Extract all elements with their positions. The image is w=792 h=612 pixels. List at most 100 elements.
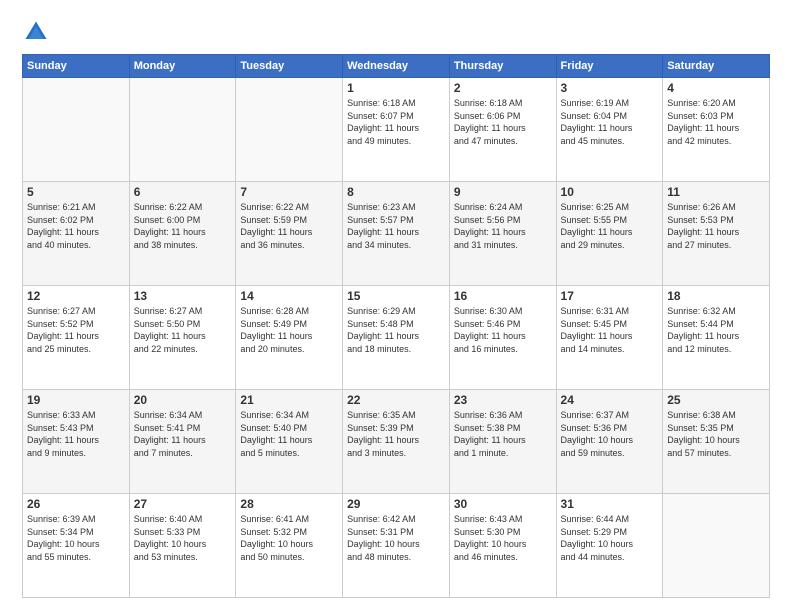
- day-info: Sunrise: 6:35 AM Sunset: 5:39 PM Dayligh…: [347, 409, 445, 459]
- day-number: 25: [667, 393, 765, 407]
- day-info: Sunrise: 6:23 AM Sunset: 5:57 PM Dayligh…: [347, 201, 445, 251]
- day-info: Sunrise: 6:22 AM Sunset: 5:59 PM Dayligh…: [240, 201, 338, 251]
- day-info: Sunrise: 6:41 AM Sunset: 5:32 PM Dayligh…: [240, 513, 338, 563]
- calendar-table: SundayMondayTuesdayWednesdayThursdayFrid…: [22, 54, 770, 598]
- calendar-cell: 25 Sunrise: 6:38 AM Sunset: 5:35 PM Dayli…: [663, 390, 770, 494]
- day-number: 2: [454, 81, 552, 95]
- day-number: 28: [240, 497, 338, 511]
- calendar-cell: 22 Sunrise: 6:35 AM Sunset: 5:39 PM Dayli…: [343, 390, 450, 494]
- week-row-3: 12 Sunrise: 6:27 AM Sunset: 5:52 PM Dayli…: [23, 286, 770, 390]
- calendar-cell: 30 Sunrise: 6:43 AM Sunset: 5:30 PM Dayli…: [449, 494, 556, 598]
- day-info: Sunrise: 6:42 AM Sunset: 5:31 PM Dayligh…: [347, 513, 445, 563]
- calendar-cell: 31 Sunrise: 6:44 AM Sunset: 5:29 PM Dayli…: [556, 494, 663, 598]
- day-info: Sunrise: 6:18 AM Sunset: 6:06 PM Dayligh…: [454, 97, 552, 147]
- header: [22, 18, 770, 46]
- day-info: Sunrise: 6:29 AM Sunset: 5:48 PM Dayligh…: [347, 305, 445, 355]
- calendar-cell: 2 Sunrise: 6:18 AM Sunset: 6:06 PM Daylig…: [449, 78, 556, 182]
- calendar-cell: 29 Sunrise: 6:42 AM Sunset: 5:31 PM Dayli…: [343, 494, 450, 598]
- day-info: Sunrise: 6:30 AM Sunset: 5:46 PM Dayligh…: [454, 305, 552, 355]
- day-info: Sunrise: 6:21 AM Sunset: 6:02 PM Dayligh…: [27, 201, 125, 251]
- calendar-cell: 8 Sunrise: 6:23 AM Sunset: 5:57 PM Daylig…: [343, 182, 450, 286]
- day-info: Sunrise: 6:25 AM Sunset: 5:55 PM Dayligh…: [561, 201, 659, 251]
- day-info: Sunrise: 6:34 AM Sunset: 5:40 PM Dayligh…: [240, 409, 338, 459]
- calendar-cell: [129, 78, 236, 182]
- day-info: Sunrise: 6:40 AM Sunset: 5:33 PM Dayligh…: [134, 513, 232, 563]
- calendar-cell: 13Sunrise: 6:27 AM Sunset: 5:50 PM Dayli…: [129, 286, 236, 390]
- day-info: Sunrise: 6:22 AM Sunset: 6:00 PM Dayligh…: [134, 201, 232, 251]
- day-info: Sunrise: 6:38 AM Sunset: 5:35 PM Dayligh…: [667, 409, 765, 459]
- day-info: Sunrise: 6:27 AM Sunset: 5:50 PM Dayligh…: [134, 305, 232, 355]
- day-number: 22: [347, 393, 445, 407]
- calendar-cell: [23, 78, 130, 182]
- day-number: 24: [561, 393, 659, 407]
- weekday-header-wednesday: Wednesday: [343, 55, 450, 78]
- page: SundayMondayTuesdayWednesdayThursdayFrid…: [0, 0, 792, 612]
- calendar-cell: 10Sunrise: 6:25 AM Sunset: 5:55 PM Dayli…: [556, 182, 663, 286]
- calendar-cell: 3 Sunrise: 6:19 AM Sunset: 6:04 PM Daylig…: [556, 78, 663, 182]
- calendar-cell: 21Sunrise: 6:34 AM Sunset: 5:40 PM Dayli…: [236, 390, 343, 494]
- day-info: Sunrise: 6:34 AM Sunset: 5:41 PM Dayligh…: [134, 409, 232, 459]
- day-info: Sunrise: 6:27 AM Sunset: 5:52 PM Dayligh…: [27, 305, 125, 355]
- day-info: Sunrise: 6:26 AM Sunset: 5:53 PM Dayligh…: [667, 201, 765, 251]
- calendar-cell: 4 Sunrise: 6:20 AM Sunset: 6:03 PM Daylig…: [663, 78, 770, 182]
- day-info: Sunrise: 6:32 AM Sunset: 5:44 PM Dayligh…: [667, 305, 765, 355]
- calendar-cell: 16 Sunrise: 6:30 AM Sunset: 5:46 PM Dayli…: [449, 286, 556, 390]
- day-number: 20: [134, 393, 232, 407]
- calendar-cell: 11Sunrise: 6:26 AM Sunset: 5:53 PM Dayli…: [663, 182, 770, 286]
- day-info: Sunrise: 6:18 AM Sunset: 6:07 PM Dayligh…: [347, 97, 445, 147]
- calendar-cell: 27 Sunrise: 6:40 AM Sunset: 5:33 PM Dayli…: [129, 494, 236, 598]
- week-row-1: 1 Sunrise: 6:18 AM Sunset: 6:07 PM Daylig…: [23, 78, 770, 182]
- weekday-header-sunday: Sunday: [23, 55, 130, 78]
- day-info: Sunrise: 6:43 AM Sunset: 5:30 PM Dayligh…: [454, 513, 552, 563]
- day-number: 26: [27, 497, 125, 511]
- day-info: Sunrise: 6:28 AM Sunset: 5:49 PM Dayligh…: [240, 305, 338, 355]
- calendar-cell: 12 Sunrise: 6:27 AM Sunset: 5:52 PM Dayli…: [23, 286, 130, 390]
- calendar-cell: 14 Sunrise: 6:28 AM Sunset: 5:49 PM Dayli…: [236, 286, 343, 390]
- day-number: 31: [561, 497, 659, 511]
- calendar-cell: 9 Sunrise: 6:24 AM Sunset: 5:56 PM Daylig…: [449, 182, 556, 286]
- day-number: 8: [347, 185, 445, 199]
- day-info: Sunrise: 6:19 AM Sunset: 6:04 PM Dayligh…: [561, 97, 659, 147]
- calendar-cell: [236, 78, 343, 182]
- calendar-cell: 5 Sunrise: 6:21 AM Sunset: 6:02 PM Daylig…: [23, 182, 130, 286]
- day-number: 17: [561, 289, 659, 303]
- calendar-cell: 26 Sunrise: 6:39 AM Sunset: 5:34 PM Dayli…: [23, 494, 130, 598]
- day-number: 6: [134, 185, 232, 199]
- logo: [22, 18, 54, 46]
- day-info: Sunrise: 6:33 AM Sunset: 5:43 PM Dayligh…: [27, 409, 125, 459]
- calendar-cell: 23Sunrise: 6:36 AM Sunset: 5:38 PM Dayli…: [449, 390, 556, 494]
- calendar-cell: 15 Sunrise: 6:29 AM Sunset: 5:48 PM Dayli…: [343, 286, 450, 390]
- day-info: Sunrise: 6:20 AM Sunset: 6:03 PM Dayligh…: [667, 97, 765, 147]
- week-row-2: 5 Sunrise: 6:21 AM Sunset: 6:02 PM Daylig…: [23, 182, 770, 286]
- day-number: 16: [454, 289, 552, 303]
- weekday-header-row: SundayMondayTuesdayWednesdayThursdayFrid…: [23, 55, 770, 78]
- calendar-cell: 18 Sunrise: 6:32 AM Sunset: 5:44 PM Dayli…: [663, 286, 770, 390]
- day-number: 18: [667, 289, 765, 303]
- day-number: 19: [27, 393, 125, 407]
- day-info: Sunrise: 6:39 AM Sunset: 5:34 PM Dayligh…: [27, 513, 125, 563]
- day-number: 3: [561, 81, 659, 95]
- day-number: 12: [27, 289, 125, 303]
- day-number: 4: [667, 81, 765, 95]
- calendar-cell: 6 Sunrise: 6:22 AM Sunset: 6:00 PM Daylig…: [129, 182, 236, 286]
- calendar-cell: 7Sunrise: 6:22 AM Sunset: 5:59 PM Daylig…: [236, 182, 343, 286]
- calendar-cell: 17Sunrise: 6:31 AM Sunset: 5:45 PM Dayli…: [556, 286, 663, 390]
- day-number: 1: [347, 81, 445, 95]
- day-number: 5: [27, 185, 125, 199]
- weekday-header-saturday: Saturday: [663, 55, 770, 78]
- day-number: 14: [240, 289, 338, 303]
- calendar-cell: [663, 494, 770, 598]
- weekday-header-thursday: Thursday: [449, 55, 556, 78]
- day-number: 30: [454, 497, 552, 511]
- day-number: 29: [347, 497, 445, 511]
- day-info: Sunrise: 6:44 AM Sunset: 5:29 PM Dayligh…: [561, 513, 659, 563]
- day-number: 27: [134, 497, 232, 511]
- day-number: 15: [347, 289, 445, 303]
- day-info: Sunrise: 6:24 AM Sunset: 5:56 PM Dayligh…: [454, 201, 552, 251]
- day-info: Sunrise: 6:36 AM Sunset: 5:38 PM Dayligh…: [454, 409, 552, 459]
- week-row-5: 26 Sunrise: 6:39 AM Sunset: 5:34 PM Dayli…: [23, 494, 770, 598]
- weekday-header-tuesday: Tuesday: [236, 55, 343, 78]
- day-number: 9: [454, 185, 552, 199]
- calendar-cell: 20 Sunrise: 6:34 AM Sunset: 5:41 PM Dayli…: [129, 390, 236, 494]
- day-info: Sunrise: 6:37 AM Sunset: 5:36 PM Dayligh…: [561, 409, 659, 459]
